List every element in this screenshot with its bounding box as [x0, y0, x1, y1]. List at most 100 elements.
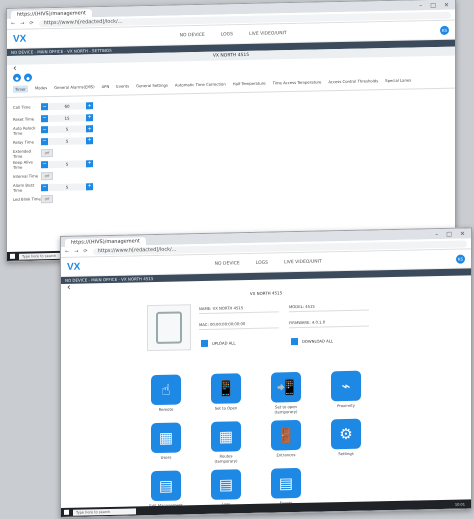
- plus-button[interactable]: +: [86, 125, 93, 133]
- tab-8[interactable]: Time Access Temperature: [273, 79, 322, 87]
- setting-label: Auto Relock Time: [13, 125, 36, 136]
- back-arrow-icon[interactable]: ←: [11, 21, 15, 27]
- setting-toggle[interactable]: Off: [41, 148, 53, 158]
- tile-label: Remote: [158, 406, 174, 412]
- tile-icon: 📱: [211, 373, 241, 404]
- setting-toggle[interactable]: Off: [41, 171, 53, 181]
- tile-label: Users: [160, 454, 172, 460]
- minus-button[interactable]: −: [41, 160, 48, 169]
- minus-button[interactable]: −: [41, 183, 48, 192]
- close-icon[interactable]: ✕: [444, 1, 449, 8]
- minus-button[interactable]: −: [41, 137, 48, 146]
- tile-edit-management[interactable]: ▤Edit Management: [149, 470, 183, 508]
- tile-icon: 🚪: [271, 419, 301, 451]
- setting-stepper: −5 +: [41, 136, 93, 146]
- setting-stepper: −5 +: [41, 125, 93, 134]
- nav-item-devices[interactable]: NO DEVICE: [180, 32, 205, 38]
- tab-1[interactable]: Modes: [35, 85, 47, 92]
- tab-0[interactable]: Timer: [13, 85, 28, 93]
- nav-item-video[interactable]: LIVE VIDEO/UNIT: [249, 31, 287, 37]
- setting-value[interactable]: 60: [48, 102, 86, 111]
- setting-label: Alarm Buzz Time: [13, 182, 35, 194]
- tab-6[interactable]: Automatic Time Correction: [175, 81, 226, 89]
- tile-remote[interactable]: ☝ Remote: [149, 374, 183, 412]
- tile-icon: ▤: [151, 470, 181, 502]
- tab-9[interactable]: Access Control Thresholds: [328, 78, 378, 86]
- tab-7[interactable]: Half Temperature: [233, 81, 266, 89]
- taskbar-search[interactable]: Type here to search: [73, 507, 136, 516]
- nav-item-video[interactable]: LIVE VIDEO/UNIT: [284, 259, 322, 265]
- tab-4[interactable]: Events: [116, 83, 129, 90]
- avatar[interactable]: KS: [440, 25, 449, 35]
- app-logo[interactable]: VX: [13, 33, 26, 44]
- maximize-icon[interactable]: □: [446, 230, 452, 237]
- minus-button[interactable]: −: [41, 126, 48, 134]
- back-window: https://(HIVS)/management – □ ✕ ← → ⟳ https:…: [6, 0, 456, 262]
- plus-button[interactable]: +: [86, 102, 93, 110]
- clock: 10:01: [454, 502, 465, 507]
- tile-label: Entrances: [276, 452, 296, 458]
- user-icon[interactable]: ●: [24, 73, 32, 82]
- download-all-button[interactable]: DOWNLOAD ALL: [291, 337, 333, 346]
- browser-tab[interactable]: https://(HIVS)/management: [65, 237, 146, 247]
- tile-entrances[interactable]: 🚪 Entrances: [269, 419, 303, 458]
- tab-5[interactable]: General Settings: [136, 83, 168, 91]
- back-arrow-icon[interactable]: ←: [65, 249, 69, 255]
- setting-stepper: −5 +: [41, 159, 93, 169]
- plus-button[interactable]: +: [86, 182, 93, 191]
- setting-value[interactable]: 5: [48, 125, 86, 134]
- setting-label: Led Blink Time: [13, 196, 41, 203]
- tile-icon: ▦: [211, 421, 241, 452]
- reload-icon[interactable]: ⟳: [83, 248, 87, 254]
- minimize-icon[interactable]: –: [435, 231, 438, 238]
- device-name: NAME: VX NORTH 4515: [199, 304, 279, 315]
- tile-icon: ▤: [211, 469, 241, 500]
- browser-tab[interactable]: https://(HIVS)/management: [11, 9, 92, 19]
- lock-icon[interactable]: ●: [13, 73, 21, 82]
- tile-proximity[interactable]: ⌁ Proximity: [329, 370, 363, 409]
- setting-value[interactable]: 15: [48, 114, 86, 122]
- reload-icon[interactable]: ⟳: [29, 20, 33, 26]
- windows-icon[interactable]: [64, 509, 69, 515]
- forward-arrow-icon[interactable]: →: [74, 249, 78, 255]
- tile-users[interactable]: ▦ Users: [149, 422, 183, 460]
- avatar[interactable]: KS: [456, 254, 465, 264]
- minus-button[interactable]: −: [41, 103, 48, 111]
- nav-item-logs[interactable]: LOGS: [256, 260, 268, 265]
- tile-icon: ▤: [271, 467, 301, 499]
- setting-label: Relay Time: [13, 139, 34, 145]
- windows-icon[interactable]: [10, 253, 15, 259]
- tab-10[interactable]: Special Lanes: [385, 78, 411, 86]
- nav-item-logs[interactable]: LOGS: [221, 32, 233, 37]
- tab-3[interactable]: APN: [102, 84, 110, 91]
- app-logo[interactable]: VX: [67, 261, 80, 272]
- tile-icon: ☝: [151, 374, 181, 406]
- tab-2[interactable]: General Alarms(EMS): [54, 84, 94, 92]
- tile-label: Settings: [338, 450, 354, 457]
- tile-logs[interactable]: ▤Logs: [209, 469, 243, 507]
- tile-label: Proximity: [337, 402, 355, 409]
- plus-button[interactable]: +: [86, 159, 93, 168]
- setting-value[interactable]: 5: [48, 160, 86, 168]
- minimize-icon[interactable]: –: [419, 2, 422, 9]
- plus-button[interactable]: +: [86, 113, 93, 122]
- minus-button[interactable]: −: [41, 114, 48, 123]
- close-icon[interactable]: ✕: [460, 230, 465, 237]
- setting-toggle[interactable]: Off: [41, 194, 53, 204]
- upload-all-button[interactable]: UPLOAD ALL: [201, 339, 236, 348]
- tile-set-to-open[interactable]: 📱 Set to Open: [209, 373, 243, 411]
- tile-settings[interactable]: ⚙ Settings: [329, 418, 363, 457]
- setting-stepper: −15 +: [41, 113, 93, 123]
- tile-set-to-open-temporary-[interactable]: 📲 Set to open (temporary): [269, 371, 303, 415]
- forward-arrow-icon[interactable]: →: [20, 21, 24, 27]
- maximize-icon[interactable]: □: [430, 1, 436, 8]
- setting-label: Extended Time: [13, 148, 32, 159]
- tile-routes-temporary-[interactable]: ▦ Routes (temporary): [209, 421, 243, 464]
- tile-events[interactable]: ▤Events: [269, 467, 303, 506]
- plus-button[interactable]: +: [86, 136, 93, 145]
- nav-item-devices[interactable]: NO DEVICE: [215, 261, 240, 267]
- settings-list: Call Time −60 + Reset Time −15 + Auto Relock T…: [7, 89, 455, 210]
- setting-value[interactable]: 5: [48, 137, 86, 145]
- front-window: https://(HIVS)/management – □ ✕ ← → ⟳ https:…: [60, 227, 472, 519]
- setting-value[interactable]: 5: [48, 183, 86, 191]
